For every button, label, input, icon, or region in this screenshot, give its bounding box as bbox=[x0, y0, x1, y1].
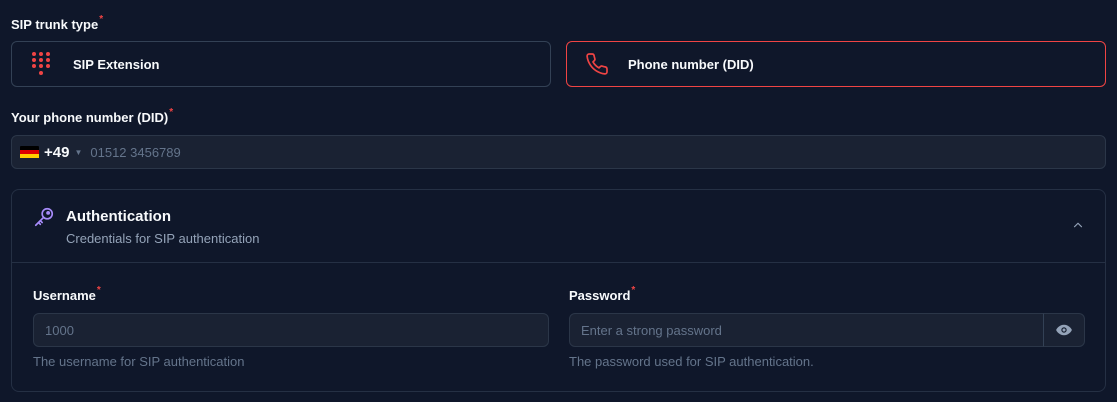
required-mark: * bbox=[96, 285, 101, 296]
option-phone-number-label: Phone number (DID) bbox=[628, 56, 754, 72]
trunk-type-label: SIP trunk type* bbox=[11, 14, 104, 32]
username-label: Username* bbox=[33, 285, 101, 303]
key-icon bbox=[34, 207, 54, 227]
authentication-title: Authentication bbox=[66, 208, 171, 225]
dial-code[interactable]: +49 bbox=[44, 144, 69, 161]
chevron-down-icon[interactable]: ▼ bbox=[74, 148, 82, 157]
option-sip-extension-label: SIP Extension bbox=[73, 56, 160, 72]
eye-icon bbox=[1056, 324, 1072, 336]
trunk-type-label-text: SIP trunk type bbox=[11, 17, 99, 32]
phone-icon bbox=[586, 53, 608, 75]
sip-trunk-form: SIP trunk type* SIP Extension Phone numb… bbox=[0, 0, 1117, 402]
password-help: The password used for SIP authentication… bbox=[569, 354, 814, 369]
option-sip-extension[interactable]: SIP Extension bbox=[11, 41, 551, 87]
authentication-card: Authentication Credentials for SIP authe… bbox=[11, 189, 1106, 392]
required-mark: * bbox=[169, 107, 174, 118]
chevron-up-icon[interactable] bbox=[1071, 218, 1085, 232]
password-input[interactable] bbox=[569, 313, 1045, 347]
phone-input[interactable] bbox=[90, 144, 991, 160]
required-mark: * bbox=[631, 285, 636, 296]
username-label-text: Username bbox=[33, 288, 96, 303]
de-flag-icon[interactable] bbox=[20, 145, 39, 159]
toggle-password-visibility-button[interactable] bbox=[1043, 313, 1085, 347]
authentication-subtitle: Credentials for SIP authentication bbox=[66, 231, 260, 246]
password-label-text: Password bbox=[569, 288, 631, 303]
username-help: The username for SIP authentication bbox=[33, 354, 245, 369]
dialpad-icon bbox=[32, 52, 50, 75]
authentication-header[interactable]: Authentication Credentials for SIP authe… bbox=[12, 190, 1105, 263]
phone-field: +49 ▼ bbox=[11, 135, 1106, 169]
required-mark: * bbox=[99, 14, 104, 25]
username-input[interactable] bbox=[33, 313, 549, 347]
phone-label-text: Your phone number (DID) bbox=[11, 110, 169, 125]
option-phone-number[interactable]: Phone number (DID) bbox=[566, 41, 1106, 87]
password-label: Password* bbox=[569, 285, 636, 303]
phone-label: Your phone number (DID)* bbox=[11, 107, 174, 125]
